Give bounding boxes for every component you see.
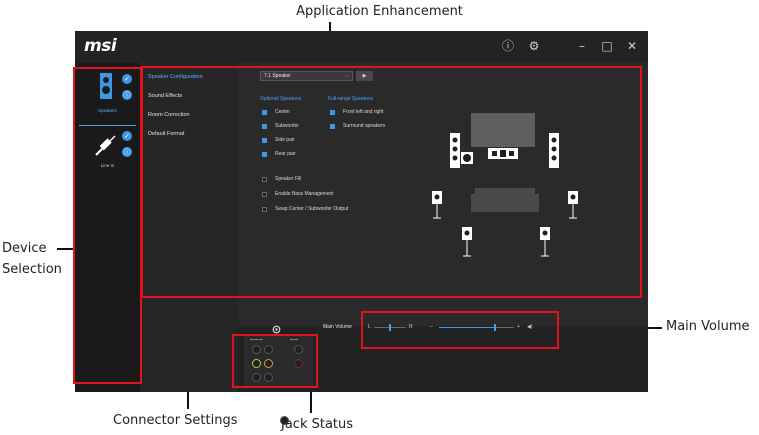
callout-device-selection: Device Selection (2, 241, 62, 277)
callout-jack-status: Jack Status (280, 416, 354, 432)
msi-logo: msi (84, 36, 117, 56)
highlight-device-selection (73, 67, 142, 384)
connector-settings-icon[interactable] (272, 325, 281, 334)
callout-connector-settings: Connector Settings (113, 413, 238, 428)
highlight-speaker-configuration (141, 66, 642, 298)
close-icon[interactable]: ✕ (625, 39, 639, 53)
maximize-icon[interactable]: □ (600, 39, 614, 53)
highlight-jack-status (232, 334, 318, 388)
minimize-icon[interactable]: – (575, 39, 589, 53)
highlight-main-volume (361, 311, 559, 349)
callout-main-volume: Main Volume (666, 319, 750, 334)
callout-application-enhancement: Application Enhancement (296, 4, 463, 19)
info-icon[interactable]: ⓘ (501, 39, 515, 53)
title-bar: msi ⓘ ⚙ – □ ✕ (75, 31, 648, 63)
gear-icon[interactable]: ⚙ (527, 39, 541, 53)
main-volume-label: Main Volume (323, 324, 352, 330)
leader-device-selection (57, 248, 73, 250)
